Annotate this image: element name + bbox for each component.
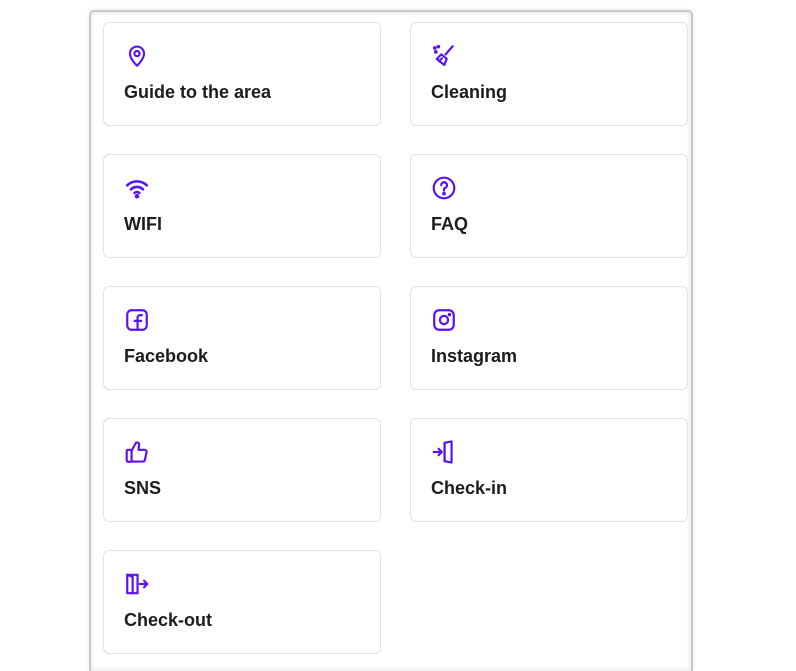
guide-to-the-area-card[interactable]: Guide to the area bbox=[103, 22, 381, 126]
wifi-icon bbox=[124, 175, 150, 201]
wifi-label: WIFI bbox=[124, 214, 162, 234]
instagram-card[interactable]: Instagram bbox=[410, 286, 688, 390]
instagram-label: Instagram bbox=[431, 346, 518, 366]
check-out-card[interactable]: Check-out bbox=[103, 550, 381, 654]
thumbs-up-icon bbox=[124, 439, 150, 465]
facebook-icon bbox=[124, 307, 150, 333]
facebook-label: Facebook bbox=[124, 346, 209, 366]
broom-icon bbox=[431, 43, 457, 69]
map-pin-icon bbox=[124, 43, 150, 69]
faq-label: FAQ bbox=[431, 214, 469, 234]
check-in-label: Check-in bbox=[431, 478, 508, 498]
door-exit-icon bbox=[124, 571, 150, 597]
check-in-card[interactable]: Check-in bbox=[410, 418, 688, 522]
door-enter-icon bbox=[431, 439, 457, 465]
guide-to-the-area-label: Guide to the area bbox=[124, 82, 272, 102]
instagram-icon bbox=[431, 307, 457, 333]
faq-card[interactable]: FAQ bbox=[410, 154, 688, 258]
cleaning-label: Cleaning bbox=[431, 82, 508, 102]
check-out-label: Check-out bbox=[124, 610, 213, 630]
sns-label: SNS bbox=[124, 478, 162, 498]
cleaning-card[interactable]: Cleaning bbox=[410, 22, 688, 126]
menu-panel: Guide to the area Cleaning WIFI FAQ Face… bbox=[89, 10, 693, 671]
sns-card[interactable]: SNS bbox=[103, 418, 381, 522]
facebook-card[interactable]: Facebook bbox=[103, 286, 381, 390]
menu-grid: Guide to the area Cleaning WIFI FAQ Face… bbox=[103, 22, 688, 654]
question-circle-icon bbox=[431, 175, 457, 201]
wifi-card[interactable]: WIFI bbox=[103, 154, 381, 258]
